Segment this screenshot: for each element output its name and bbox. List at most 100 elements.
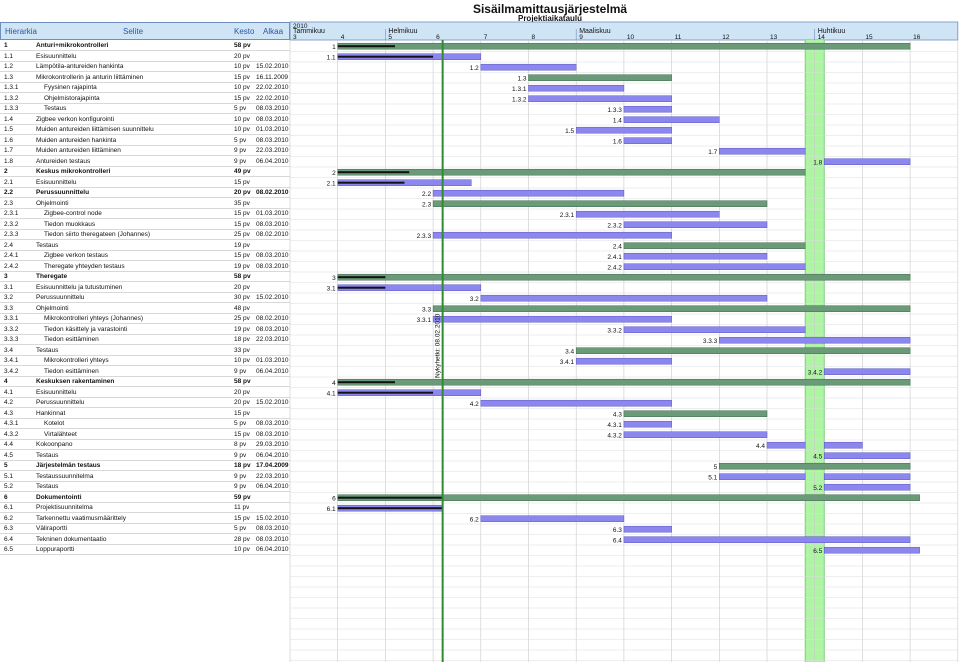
- month-label: Helmikuu: [388, 28, 417, 35]
- progress-line: [337, 276, 386, 279]
- gantt-bar: [575, 126, 672, 134]
- bar-label: 1.7: [708, 149, 717, 156]
- gantt-bar: [623, 536, 911, 543]
- week-tick: 6: [436, 34, 440, 41]
- week-tick: 12: [722, 34, 730, 41]
- gantt-bar: [823, 368, 911, 375]
- gantt-bar: [432, 315, 672, 323]
- bar-label: 1.3.2: [512, 96, 527, 103]
- bar-label: 4.1: [327, 390, 336, 397]
- gantt-bar: [823, 158, 911, 165]
- gantt-bar: [480, 294, 768, 302]
- progress-line: [337, 55, 434, 58]
- bar-label: 4.3: [613, 411, 622, 418]
- bar-label: 3.3.2: [607, 327, 622, 334]
- bar-label: 4.2: [470, 401, 479, 408]
- bar-label: 1.4: [613, 117, 622, 124]
- bar-label: 4.5: [813, 453, 822, 460]
- bar-label: 6.4: [613, 537, 622, 544]
- bar-label: 1.1: [327, 54, 336, 61]
- gantt-bar: [719, 473, 806, 480]
- week-tick: 3: [293, 34, 297, 41]
- bar-label: 3.2: [470, 296, 479, 303]
- gantt-bar: [623, 137, 672, 144]
- gantt-bar: [528, 74, 672, 81]
- gantt-bar: [719, 462, 911, 470]
- bar-label: 6.3: [613, 527, 622, 534]
- gantt-bar: [623, 525, 672, 533]
- gantt-bar: [623, 105, 672, 113]
- progress-line: [337, 507, 443, 510]
- gantt-bar: [528, 84, 625, 92]
- bar-label: 2.4.1: [607, 254, 622, 261]
- bar-label: 4.4: [756, 443, 765, 450]
- week-tick: 11: [675, 34, 682, 41]
- month-label: Tammikuu: [293, 28, 325, 35]
- gantt-chart: 2010Tammikuu Helmikuu Maaliskuu Huhtikuu3 4 5…: [289, 21, 959, 662]
- week-tick: 9: [579, 34, 583, 41]
- bar-label: 2.2: [422, 191, 431, 198]
- bar-label: 1.3.1: [512, 86, 527, 93]
- gantt-bar: [823, 546, 920, 554]
- gantt-bar: [432, 305, 911, 312]
- progress-line: [337, 381, 395, 384]
- gantt-bar: [823, 441, 863, 449]
- gantt-bar: [480, 515, 625, 522]
- gantt-bar: [623, 263, 806, 270]
- gantt-bar: [719, 336, 911, 344]
- gantt-bar: [623, 326, 806, 333]
- progress-line: [337, 171, 410, 174]
- gantt-bar: [823, 483, 911, 491]
- bar-label: 2.3.1: [560, 212, 575, 219]
- bar-label: 1.3: [517, 75, 526, 82]
- gantt-bar: [337, 273, 911, 281]
- gantt-bar: [337, 378, 911, 386]
- gantt-bar: [623, 221, 768, 228]
- gantt-bar: [623, 420, 672, 428]
- bar-label: 6: [332, 495, 336, 502]
- bar-label: 3.4.2: [808, 369, 823, 376]
- week-tick: 8: [532, 34, 536, 41]
- bar-label: 3.3.1: [417, 317, 432, 324]
- bar-label: 5.2: [813, 485, 822, 492]
- gantt-bar: [432, 200, 768, 207]
- bar-label: 6.5: [813, 548, 822, 555]
- gantt-bar: [432, 231, 672, 239]
- bar-label: 2.1: [327, 180, 336, 187]
- gantt-bar: [575, 210, 720, 218]
- bar-label: 3: [332, 275, 336, 282]
- bar-label: 3.4: [565, 348, 574, 355]
- week-tick: 14: [818, 34, 826, 41]
- month-label: Maaliskuu: [579, 28, 611, 35]
- gantt-bar: [766, 441, 806, 449]
- week-tick: 16: [913, 34, 921, 41]
- bar-label: 2.4.2: [607, 264, 622, 271]
- gantt-bar: [623, 116, 720, 123]
- bar-label: 1: [332, 44, 336, 51]
- gantt-bar: [623, 252, 768, 260]
- bar-label: 2.3.3: [417, 233, 432, 240]
- progress-line: [337, 45, 395, 48]
- gantt-bar: [575, 347, 911, 354]
- gantt-bar: [480, 63, 577, 71]
- bar-label: 5: [714, 464, 718, 471]
- gantt-bar: [823, 452, 911, 459]
- bar-label: 1.2: [470, 65, 479, 72]
- gantt-bar: [823, 473, 911, 480]
- progress-line: [337, 496, 443, 499]
- bar-label: 2.3: [422, 201, 431, 208]
- bar-label: 4: [332, 380, 336, 387]
- gantt-bar: [623, 431, 768, 438]
- gantt-bar: [528, 95, 672, 102]
- bar-label: 4.3.2: [607, 432, 622, 439]
- bar-label: 3.3: [422, 306, 431, 313]
- bar-label: 4.3.1: [607, 422, 622, 429]
- bar-label: 5.1: [708, 474, 717, 481]
- progress-line: [337, 391, 434, 394]
- progress-line: [337, 181, 405, 184]
- gantt-bar: [337, 42, 911, 50]
- progress-line: [337, 286, 386, 289]
- week-tick: 15: [865, 34, 873, 41]
- bar-label: 3.3.3: [703, 338, 718, 345]
- bar-label: 2.4: [613, 243, 622, 250]
